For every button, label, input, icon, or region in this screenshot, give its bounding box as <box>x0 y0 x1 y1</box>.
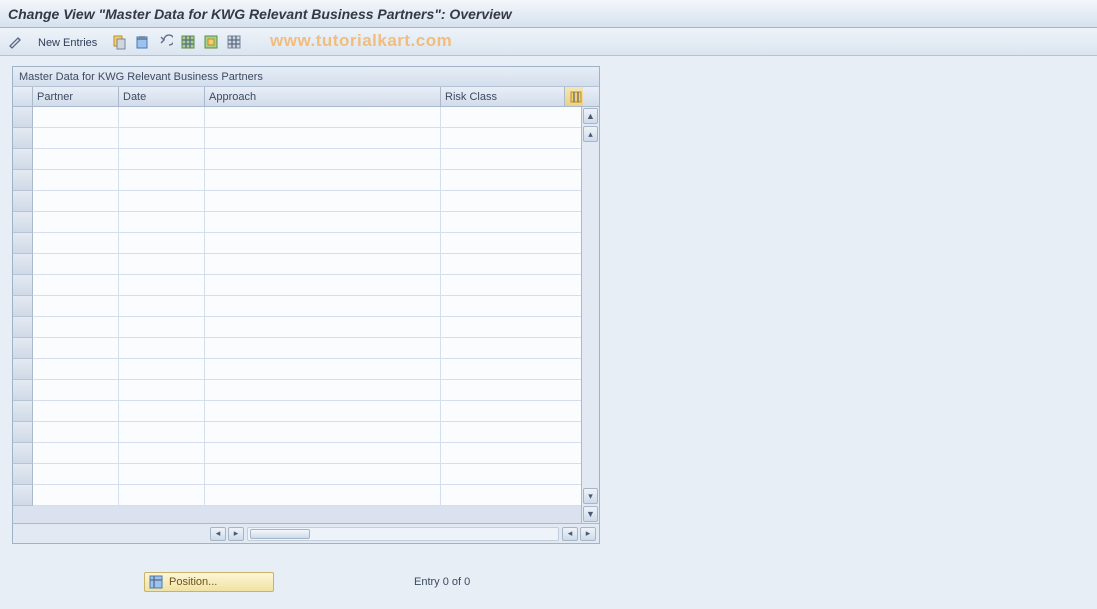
column-header-partner[interactable]: Partner <box>33 87 119 106</box>
column-header-partner-label: Partner <box>37 91 73 103</box>
row-selector[interactable] <box>13 380 33 401</box>
table-row[interactable] <box>33 443 581 464</box>
table-row[interactable] <box>33 464 581 485</box>
scroll-left-end-icon[interactable]: ◂ <box>562 527 578 541</box>
new-entries-button[interactable]: New Entries <box>29 32 106 52</box>
scroll-down-icon[interactable]: ▼ <box>583 506 598 522</box>
vertical-scrollbar: ▲ ▴ ▾ ▼ <box>581 107 599 523</box>
watermark-text: www.tutorialkart.com <box>270 31 452 51</box>
table-row[interactable] <box>33 107 581 128</box>
new-entries-label: New Entries <box>38 37 97 49</box>
work-area: Master Data for KWG Relevant Business Pa… <box>0 56 1097 594</box>
row-selector[interactable] <box>13 443 33 464</box>
select-all-icon[interactable] <box>178 32 198 52</box>
scroll-up-icon[interactable]: ▲ <box>583 108 598 124</box>
scroll-right-icon[interactable]: ▸ <box>228 527 244 541</box>
column-header-approach[interactable]: Approach <box>205 87 441 106</box>
position-icon <box>149 575 163 589</box>
table-row[interactable] <box>33 296 581 317</box>
scroll-up-step-icon[interactable]: ▴ <box>583 126 598 142</box>
grid-header-row: Partner Date Approach Risk Class <box>13 87 599 107</box>
row-selector[interactable] <box>13 485 33 506</box>
column-header-date-label: Date <box>123 91 146 103</box>
column-header-date[interactable]: Date <box>119 87 205 106</box>
delete-icon[interactable] <box>132 32 152 52</box>
page-title: Change View "Master Data for KWG Relevan… <box>8 6 512 22</box>
row-selector[interactable] <box>13 464 33 485</box>
position-button[interactable]: Position... <box>144 572 274 592</box>
corner-cell[interactable] <box>13 87 33 106</box>
grid: Partner Date Approach Risk Class <box>13 87 599 543</box>
horizontal-scrollbar: ◂ ▸ ◂ ▸ <box>13 523 599 543</box>
page-title-bar: Change View "Master Data for KWG Relevan… <box>0 0 1097 28</box>
entry-count-text: Entry 0 of 0 <box>414 576 470 588</box>
scroll-left-icon[interactable]: ◂ <box>210 527 226 541</box>
row-selector[interactable] <box>13 296 33 317</box>
row-selector[interactable] <box>13 401 33 422</box>
row-selector[interactable] <box>13 233 33 254</box>
table-row[interactable] <box>33 275 581 296</box>
grid-cells <box>33 107 581 523</box>
grid-body: ▲ ▴ ▾ ▼ <box>13 107 599 523</box>
table-row[interactable] <box>33 254 581 275</box>
vertical-scrollbar-track[interactable] <box>582 143 599 487</box>
table-row[interactable] <box>33 338 581 359</box>
select-block-icon[interactable] <box>201 32 221 52</box>
configure-columns-icon[interactable] <box>565 87 583 106</box>
deselect-all-icon[interactable] <box>224 32 244 52</box>
column-header-risk[interactable]: Risk Class <box>441 87 565 106</box>
row-selector[interactable] <box>13 107 33 128</box>
panel-title-text: Master Data for KWG Relevant Business Pa… <box>19 71 263 83</box>
undo-change-icon[interactable] <box>155 32 175 52</box>
table-row[interactable] <box>33 128 581 149</box>
row-selector[interactable] <box>13 149 33 170</box>
position-button-label: Position... <box>169 576 217 588</box>
horizontal-scrollbar-track[interactable] <box>247 527 559 541</box>
table-row[interactable] <box>33 422 581 443</box>
row-selector[interactable] <box>13 317 33 338</box>
table-row[interactable] <box>33 170 581 191</box>
row-selector[interactable] <box>13 254 33 275</box>
column-header-approach-label: Approach <box>209 91 256 103</box>
table-row[interactable] <box>33 401 581 422</box>
table-row[interactable] <box>33 359 581 380</box>
row-selector[interactable] <box>13 191 33 212</box>
row-selector[interactable] <box>13 212 33 233</box>
row-selector[interactable] <box>13 422 33 443</box>
column-header-risk-label: Risk Class <box>445 91 497 103</box>
table-row[interactable] <box>33 233 581 254</box>
row-selector[interactable] <box>13 128 33 149</box>
table-row[interactable] <box>33 380 581 401</box>
panel-title: Master Data for KWG Relevant Business Pa… <box>13 67 599 87</box>
table-row[interactable] <box>33 485 581 506</box>
footer-bar: Position... Entry 0 of 0 <box>12 570 1097 594</box>
toggle-change-icon[interactable] <box>6 32 26 52</box>
table-row[interactable] <box>33 149 581 170</box>
row-selector[interactable] <box>13 170 33 191</box>
table-panel: Master Data for KWG Relevant Business Pa… <box>12 66 600 544</box>
row-selector[interactable] <box>13 359 33 380</box>
row-selector-column <box>13 107 33 523</box>
row-selector[interactable] <box>13 275 33 296</box>
scroll-right-end-icon[interactable]: ▸ <box>580 527 596 541</box>
scroll-down-step-icon[interactable]: ▾ <box>583 488 598 504</box>
copy-as-icon[interactable] <box>109 32 129 52</box>
table-row[interactable] <box>33 191 581 212</box>
table-row[interactable] <box>33 212 581 233</box>
row-selector[interactable] <box>13 338 33 359</box>
horizontal-scrollbar-thumb[interactable] <box>250 529 310 539</box>
table-row[interactable] <box>33 317 581 338</box>
application-toolbar: New Entries www.tutorialkart.com <box>0 28 1097 56</box>
